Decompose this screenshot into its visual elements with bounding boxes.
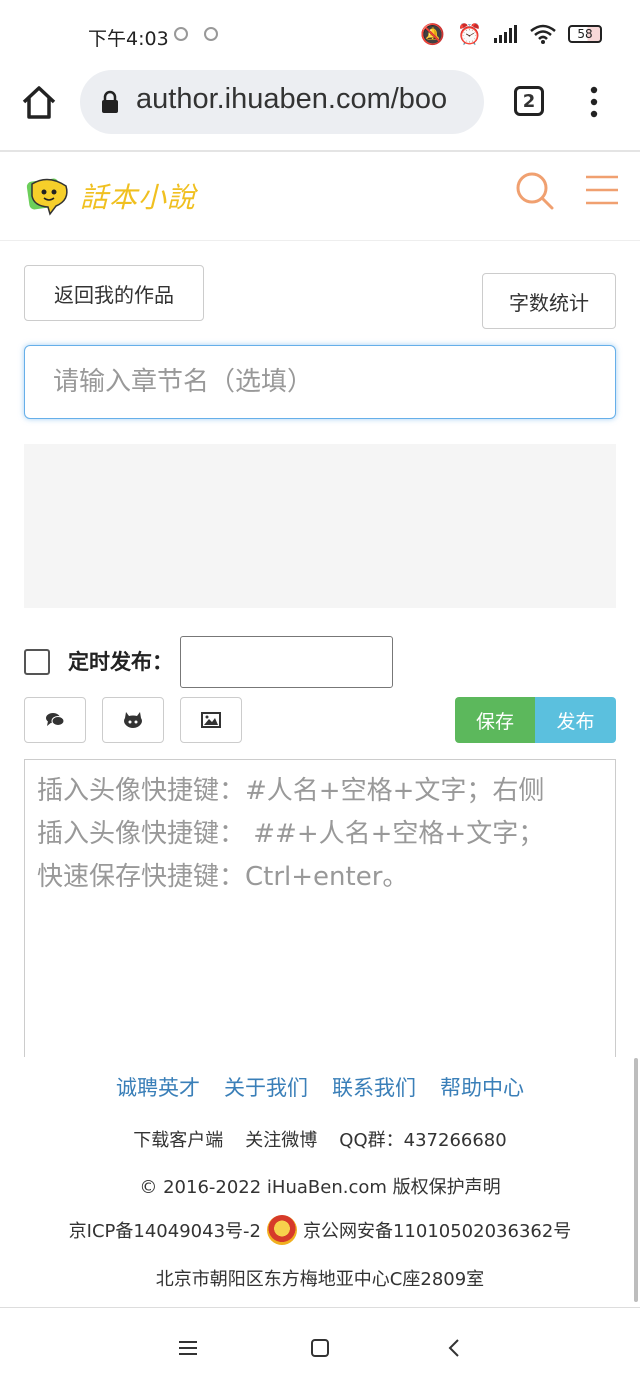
hint-line: 插入头像快捷键：#人名+空格+文字；右侧 bbox=[37, 776, 545, 806]
mute-icon: 🔕 bbox=[420, 22, 446, 46]
follow-weibo-link[interactable]: 关注微博 bbox=[245, 1126, 317, 1152]
menu-lines-icon bbox=[179, 1341, 197, 1355]
search-icon[interactable] bbox=[514, 170, 554, 210]
chapter-title-input[interactable] bbox=[24, 345, 616, 419]
back-chevron-icon bbox=[448, 1339, 459, 1357]
status-bar: 下午4:03 🔕 ⏰ 58 bbox=[0, 0, 640, 70]
address-bar[interactable]: author.ihuaben.com/boo bbox=[80, 70, 484, 134]
status-time: 下午4:03 bbox=[88, 28, 169, 50]
battery-icon: 58 bbox=[568, 25, 602, 43]
hamburger-menu-icon[interactable] bbox=[584, 174, 620, 206]
save-publish-group: 保存 发布 bbox=[455, 697, 616, 743]
footer-link-contact[interactable]: 联系我们 bbox=[332, 1072, 416, 1102]
page-scrollbar[interactable] bbox=[634, 1058, 638, 1302]
signal-icon bbox=[494, 25, 517, 43]
publish-button[interactable]: 发布 bbox=[535, 697, 616, 743]
footer-link-help[interactable]: 帮助中心 bbox=[440, 1072, 524, 1102]
back-to-works-button[interactable]: 返回我的作品 bbox=[24, 265, 204, 321]
hint-line: 快速保存快捷键：Ctrl+enter。 bbox=[37, 862, 409, 892]
github-icon bbox=[124, 712, 142, 728]
chapter-content-textarea[interactable]: 插入头像快捷键：#人名+空格+文字；右侧 插入头像快捷键： ##+人名+空格+文… bbox=[24, 759, 616, 1057]
insert-dialog-button[interactable] bbox=[24, 697, 86, 743]
status-icons: 🔕 ⏰ 58 bbox=[420, 22, 602, 46]
recents-button[interactable] bbox=[168, 1328, 208, 1368]
github-button[interactable] bbox=[102, 697, 164, 743]
logo-text: 話本小說 bbox=[80, 181, 197, 214]
back-nav-button[interactable] bbox=[434, 1328, 474, 1368]
footer-social: 下载客户端 关注微博 QQ群：437266680 bbox=[0, 1126, 640, 1152]
icp-number[interactable]: 京ICP备14049043号-2 bbox=[69, 1217, 261, 1243]
download-client-link[interactable]: 下载客户端 bbox=[133, 1126, 223, 1152]
comment-icon bbox=[46, 713, 65, 726]
footer-link-about[interactable]: 关于我们 bbox=[224, 1072, 308, 1102]
square-icon bbox=[311, 1339, 329, 1357]
system-nav-bar bbox=[0, 1307, 640, 1383]
save-button[interactable]: 保存 bbox=[455, 697, 535, 743]
hint-line: 插入头像快捷键： ##+人名+空格+文字； bbox=[37, 819, 545, 849]
url-text: author.ihuaben.com/boo bbox=[136, 83, 448, 115]
lock-icon bbox=[102, 90, 118, 113]
insert-image-button[interactable] bbox=[180, 697, 242, 743]
notification-icon bbox=[204, 27, 218, 41]
word-count-button[interactable]: 字数统计 bbox=[482, 273, 616, 329]
site-logo[interactable]: 話本小說 bbox=[22, 166, 202, 226]
home-nav-button[interactable] bbox=[300, 1328, 340, 1368]
qq-group: QQ群：437266680 bbox=[339, 1130, 507, 1151]
tabs-button[interactable]: 2 bbox=[514, 86, 544, 116]
footer-link-careers[interactable]: 诚聘英才 bbox=[116, 1072, 200, 1102]
copyright: © 2016-2022 iHuaBen.com 版权保护声明 bbox=[139, 1177, 501, 1198]
footer-registration: 京ICP备14049043号-2 京公网安备11010502036362号 bbox=[0, 1215, 640, 1245]
notification-icon bbox=[174, 27, 188, 41]
more-menu-icon[interactable] bbox=[588, 86, 600, 118]
wifi-icon bbox=[530, 24, 556, 44]
browser-toolbar: author.ihuaben.com/boo 2 bbox=[0, 70, 640, 152]
alarm-icon: ⏰ bbox=[457, 22, 482, 46]
schedule-checkbox[interactable] bbox=[24, 649, 50, 675]
home-icon[interactable] bbox=[20, 84, 58, 120]
police-emblem-icon bbox=[266, 1215, 297, 1245]
address: 北京市朝阳区东方梅地亚中心C座2809室 bbox=[155, 1269, 485, 1290]
site-header: 話本小說 bbox=[0, 152, 640, 241]
footer-links: 诚聘英才 关于我们 联系我们 帮助中心 bbox=[0, 1072, 640, 1102]
image-icon bbox=[201, 712, 221, 728]
logo-mascot-icon bbox=[26, 178, 68, 216]
schedule-label: 定时发布： bbox=[68, 650, 173, 674]
police-record-number[interactable]: 京公网安备11010502036362号 bbox=[303, 1217, 571, 1243]
schedule-time-input[interactable] bbox=[180, 636, 393, 688]
editor-preview-area bbox=[24, 444, 616, 608]
